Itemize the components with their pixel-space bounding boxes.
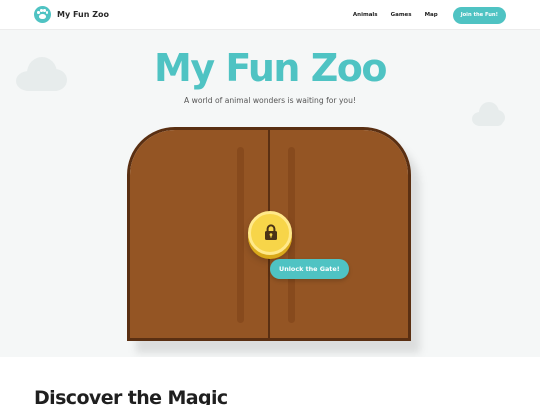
gate-lock-button[interactable] [248, 211, 292, 255]
nav-link-animals[interactable]: Animals [353, 6, 378, 24]
lock-icon [265, 224, 277, 240]
paw-icon [34, 6, 51, 23]
nav-link-games[interactable]: Games [391, 6, 412, 24]
hero-section: My Fun Zoo A world of animal wonders is … [0, 30, 540, 357]
unlock-gate-button[interactable]: Unlock the Gate! [270, 259, 349, 279]
site-header: My Fun Zoo Animals Games Map Join the Fu… [0, 0, 540, 30]
section-title: Discover the Magic [34, 387, 228, 405]
hero-subtitle: A world of animal wonders is waiting for… [184, 96, 356, 105]
nav-link-map[interactable]: Map [425, 6, 438, 24]
main-nav: Animals Games Map Join the Fun! [353, 6, 506, 24]
door-plank [237, 147, 244, 323]
brand-name: My Fun Zoo [57, 10, 109, 19]
brand[interactable]: My Fun Zoo [34, 6, 109, 23]
hero-title: My Fun Zoo [154, 46, 387, 90]
join-button[interactable]: Join the Fun! [452, 6, 506, 24]
